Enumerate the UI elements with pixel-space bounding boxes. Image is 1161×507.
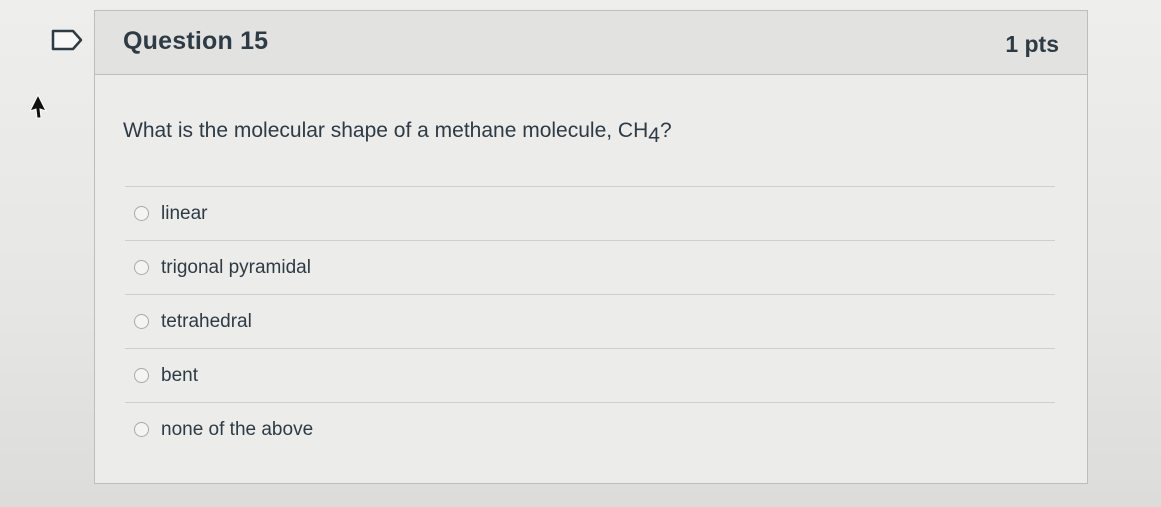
answer-option-bent[interactable]: bent — [125, 348, 1055, 402]
question-header: Question 15 1 pts — [95, 11, 1087, 75]
answer-list: linear trigonal pyramidal tetrahedral be… — [125, 186, 1055, 456]
answer-label[interactable]: trigonal pyramidal — [161, 257, 311, 279]
answer-label[interactable]: linear — [161, 203, 207, 225]
radio-button[interactable] — [134, 314, 149, 329]
answer-option-none-of-the-above[interactable]: none of the above — [125, 402, 1055, 456]
flag-question-icon[interactable] — [50, 28, 84, 52]
answer-label[interactable]: tetrahedral — [161, 311, 252, 333]
radio-button[interactable] — [134, 260, 149, 275]
radio-button[interactable] — [134, 368, 149, 383]
question-text: What is the molecular shape of a methane… — [123, 119, 672, 146]
radio-button[interactable] — [134, 422, 149, 437]
answer-label[interactable]: none of the above — [161, 419, 313, 441]
question-card: Question 15 1 pts What is the molecular … — [94, 10, 1088, 484]
question-text-subscript: 4 — [648, 124, 660, 147]
mouse-cursor-icon — [29, 94, 47, 119]
answer-option-trigonal-pyramidal[interactable]: trigonal pyramidal — [125, 240, 1055, 294]
question-points: 1 pts — [1005, 31, 1059, 57]
answer-option-linear[interactable]: linear — [125, 186, 1055, 240]
question-title: Question 15 — [123, 27, 269, 55]
question-text-end: ? — [659, 119, 672, 142]
question-text-main: What is the molecular shape of a methane… — [123, 119, 649, 142]
answer-option-tetrahedral[interactable]: tetrahedral — [125, 294, 1055, 348]
answer-label[interactable]: bent — [161, 365, 198, 387]
radio-button[interactable] — [134, 206, 149, 221]
